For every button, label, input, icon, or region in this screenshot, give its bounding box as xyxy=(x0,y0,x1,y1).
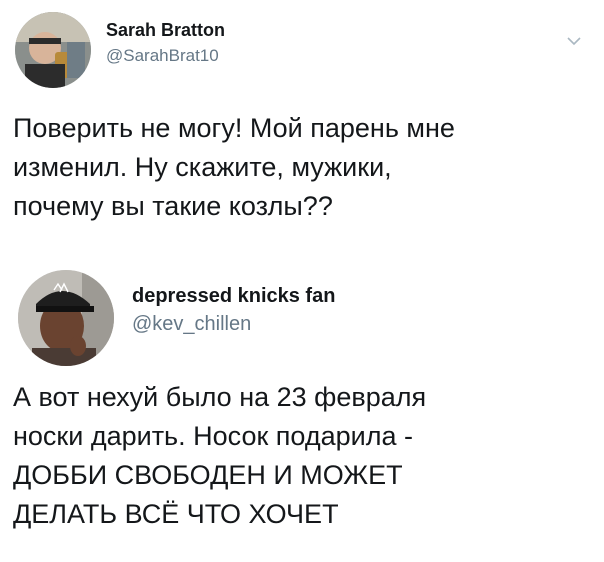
tweet-text-line: ДОББИ СВОБОДЕН И МОЖЕТ xyxy=(13,460,403,490)
tweet-depressed-knicks-fan: depressed knicks fan @kev_chillen А вот … xyxy=(0,262,604,562)
tweet-text-line: носки дарить. Носок подарила - xyxy=(13,421,413,451)
tweet-text-line: А вот нехуй было на 23 февраля xyxy=(13,382,427,412)
tweet-text: Поверить не могу! Мой парень мне изменил… xyxy=(13,109,598,226)
avatar-photo-icon xyxy=(15,12,91,88)
tweet-text-line: ДЕЛАТЬ ВСЁ ЧТО ХОЧЕТ xyxy=(13,499,339,529)
avatar-photo-icon xyxy=(18,270,114,366)
avatar[interactable] xyxy=(15,12,91,88)
chevron-down-icon[interactable] xyxy=(566,33,582,49)
tweet-text-line: почему вы такие козлы?? xyxy=(13,191,333,221)
display-name[interactable]: depressed knicks fan xyxy=(132,285,335,308)
tweet-text-line: Поверить не могу! Мой парень мне xyxy=(13,113,455,143)
display-name[interactable]: Sarah Bratton xyxy=(106,20,225,41)
avatar[interactable] xyxy=(18,270,114,366)
tweet-text-line: изменил. Ну скажите, мужики, xyxy=(13,152,392,182)
tweet-sarah-bratton: Sarah Bratton @SarahBrat10 Поверить не м… xyxy=(0,0,604,262)
handle[interactable]: @kev_chillen xyxy=(132,313,251,336)
tweet-text: А вот нехуй было на 23 февраля носки дар… xyxy=(13,378,598,534)
handle[interactable]: @SarahBrat10 xyxy=(106,46,219,66)
